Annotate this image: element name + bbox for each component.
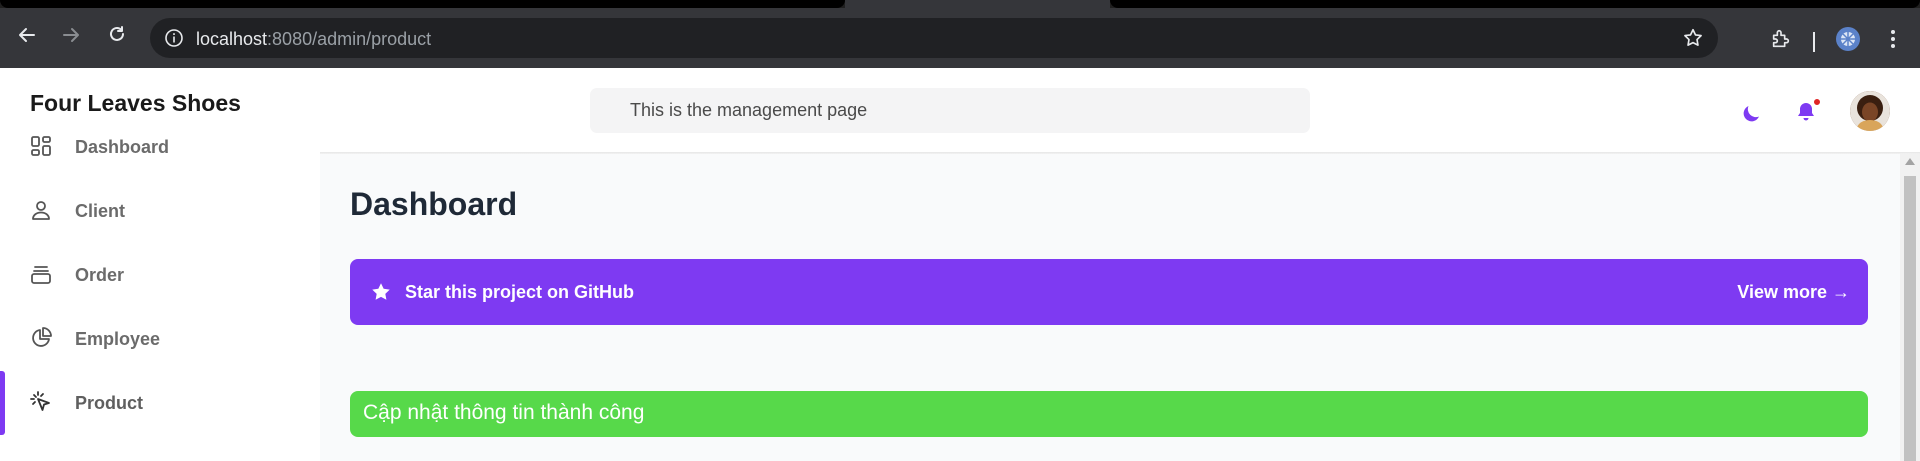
browser-tab[interactable]: [0, 0, 845, 8]
browser-tab[interactable]: [1110, 0, 1920, 8]
browser-tabstrip: [0, 0, 1920, 8]
scrollbar-thumb[interactable]: [1904, 176, 1916, 461]
browser-toolbar: localhost:8080/admin/product: [0, 8, 1920, 68]
url-path: :8080/admin/product: [267, 29, 432, 49]
brand-title[interactable]: Four Leaves Shoes: [30, 90, 241, 117]
toolbar-divider: [1813, 32, 1815, 52]
sidebar-item-label: Employee: [75, 329, 161, 349]
bookmark-star-icon[interactable]: [1682, 27, 1704, 49]
moon-icon[interactable]: [1739, 102, 1763, 126]
search-input[interactable]: This is the management page: [590, 88, 1310, 133]
sidebar-item-employee[interactable]: Employee: [0, 309, 320, 369]
site-info-icon[interactable]: [164, 28, 184, 48]
reload-icon[interactable]: [104, 22, 130, 48]
avatar[interactable]: [1850, 91, 1890, 131]
search-text: This is the management page: [630, 100, 868, 120]
sidebar-item-client[interactable]: Client: [0, 181, 320, 241]
url-host: localhost: [196, 29, 268, 49]
forward-icon[interactable]: [58, 22, 84, 48]
url-text[interactable]: localhost:8080/admin/product: [196, 29, 431, 50]
sidebar-item-product[interactable]: Product: [0, 371, 320, 435]
profile-avatar-icon[interactable]: [1835, 26, 1861, 52]
success-alert-text: Cập nhật thông tin thành công: [363, 401, 645, 424]
active-indicator: [0, 371, 5, 435]
notification-badge: [1812, 97, 1822, 107]
admin-app: Four Leaves Shoes Dashboard Client Order…: [0, 68, 1920, 461]
github-banner-link[interactable]: Star this project on GitHub View more →: [350, 259, 1868, 325]
back-icon[interactable]: [14, 22, 40, 48]
scroll-up-arrow[interactable]: [1905, 158, 1915, 165]
sidebar-item-order[interactable]: Order: [0, 245, 320, 305]
view-more-link[interactable]: View more →: [1737, 282, 1850, 303]
success-alert: Cập nhật thông tin thành công: [350, 391, 1868, 437]
dashboard-icon: [29, 134, 55, 160]
browser-tab-active[interactable]: [845, 0, 1110, 8]
sidebar-item-dashboard[interactable]: Dashboard: [0, 117, 320, 177]
sidebar-item-label: Client: [75, 201, 126, 221]
browser-menu-icon[interactable]: [1880, 26, 1906, 52]
sidebar-item-label: Order: [75, 265, 125, 285]
address-bar[interactable]: localhost:8080/admin/product: [150, 18, 1718, 58]
banner-text: Star this project on GitHub: [405, 282, 635, 302]
star-icon: [370, 281, 392, 303]
sidebar-item-label: Dashboard: [75, 137, 170, 157]
cursor-click-icon: [29, 390, 55, 416]
pie-chart-icon: [29, 326, 55, 352]
extensions-icon[interactable]: [1768, 26, 1794, 52]
user-icon: [29, 198, 55, 224]
inbox-stack-icon: [29, 262, 55, 288]
page-title: Dashboard: [350, 186, 518, 222]
sidebar-item-label: Product: [75, 393, 144, 413]
